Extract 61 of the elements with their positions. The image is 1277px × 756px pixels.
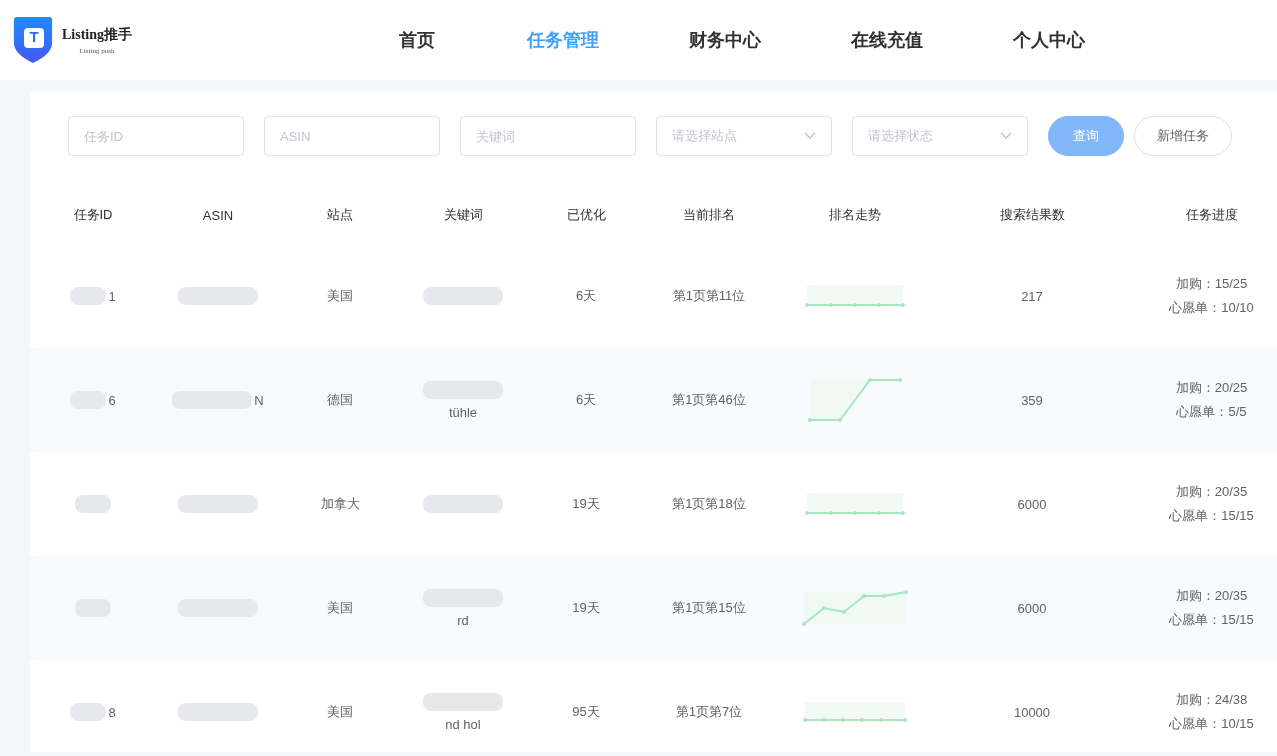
column-header: 当前排名 — [682, 206, 736, 224]
filter-input-field[interactable]: 关键词 — [460, 116, 636, 156]
column-header: ASIN — [201, 206, 235, 225]
table-cell: 19天 — [572, 495, 600, 513]
nav-link[interactable]: 财务中心 — [644, 28, 806, 52]
filter-input-field[interactable]: 任务ID — [68, 116, 244, 156]
table-cell: 第1页第46位 — [672, 391, 746, 409]
logo-letter: T — [24, 28, 44, 48]
logo-title: Listing推手 — [62, 25, 132, 44]
table-cell: 6 — [108, 392, 116, 408]
table-cell: 10000 — [1013, 704, 1051, 720]
progress-text: 心愿单：10/10 — [1169, 299, 1254, 317]
table-cell: 217 — [1021, 288, 1043, 304]
progress-text: 加购：20/25 — [1175, 379, 1248, 397]
progress-text: 加购：20/35 — [1175, 587, 1248, 605]
column-header: 站点 — [326, 206, 354, 224]
nav-link[interactable]: 首页 — [392, 28, 442, 52]
blurred-text — [70, 287, 107, 305]
column-header: 搜索结果数 — [998, 206, 1066, 224]
progress-text: 心愿单：5/5 — [1176, 403, 1247, 421]
table-cell: N — [254, 392, 264, 408]
chevron-down-icon — [804, 132, 816, 140]
progress-text: 加购：15/25 — [1175, 275, 1248, 293]
filter-input-field[interactable]: ASIN — [264, 116, 440, 156]
column-header: 已优化 — [565, 206, 607, 224]
table-cell: 6000 — [1017, 496, 1047, 512]
chevron-down-icon — [1000, 132, 1012, 140]
blurred-text — [75, 495, 111, 513]
table-cell: 第1页第15位 — [672, 599, 746, 617]
table-cell: 德国 — [327, 391, 353, 409]
nav-link[interactable]: 个人中心 — [968, 28, 1130, 52]
column-header: 任务进度 — [1184, 206, 1239, 224]
column-header: 任务ID — [72, 206, 114, 224]
column-header: 关键词 — [442, 206, 484, 224]
blurred-text — [70, 703, 107, 721]
table-cell: 1 — [108, 288, 116, 304]
table-cell: 美国 — [327, 287, 353, 305]
progress-text: 加购：24/38 — [1175, 691, 1248, 709]
table-cell: 第1页第18位 — [672, 495, 746, 513]
nav-link[interactable]: 在线充值 — [806, 28, 968, 52]
table-cell: 6天 — [575, 391, 597, 409]
table-cell: 19天 — [572, 599, 600, 617]
progress-text: 心愿单：15/15 — [1169, 507, 1254, 525]
progress-text: 加购：20/35 — [1175, 483, 1248, 501]
progress-text: 心愿单：10/15 — [1169, 715, 1254, 733]
table-cell: 6天 — [575, 287, 597, 305]
table-cell: 8 — [108, 704, 116, 720]
table-cell: 95天 — [572, 703, 600, 721]
table-cell: rd — [457, 612, 469, 628]
table-cell: tühle — [448, 404, 478, 420]
table-cell: 第1页第11位 — [672, 287, 746, 305]
action-button[interactable]: 新增任务 — [1134, 116, 1232, 156]
table-cell: nd hol — [445, 716, 481, 732]
table-cell: 美国 — [327, 599, 353, 617]
table-cell: 加拿大 — [320, 495, 360, 513]
table-cell: 第1页第7位 — [675, 703, 743, 721]
table-cell: 6000 — [1017, 600, 1047, 616]
progress-text: 心愿单：15/15 — [1169, 611, 1254, 629]
column-header: 排名走势 — [828, 206, 882, 224]
table-cell: 美国 — [327, 703, 353, 721]
table-cell: 359 — [1021, 392, 1043, 408]
